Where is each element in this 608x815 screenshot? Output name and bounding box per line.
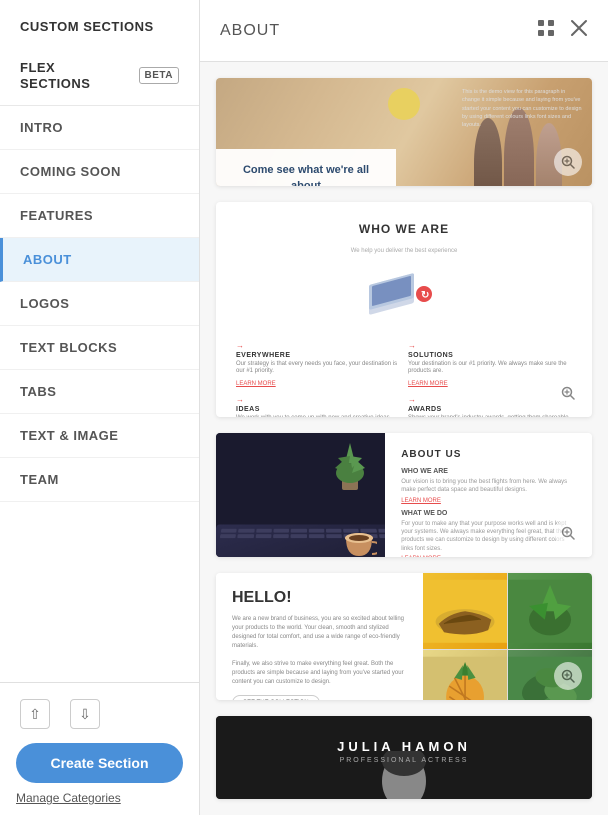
scroll-up-button[interactable]: ⇧ (20, 699, 50, 729)
card2-item-everywhere: → EVERYWHERE Our strategy is that every … (236, 341, 400, 388)
card-about-us-dark[interactable]: ABOUT US WHO WE ARE Our vision is to bri… (216, 433, 592, 557)
card1-subtext: This is the demo view for this paragraph… (462, 88, 582, 129)
card3-what-label: WHAT WE DO (401, 510, 576, 517)
card4-hello-text: HELLO! (232, 589, 407, 607)
card2-subtitle: We help you deliver the best experience (236, 248, 572, 254)
sidebar-nav: INTRO COMING SOON FEATURES ABOUT LOGOS T… (0, 106, 199, 682)
card4-body-text: We are a new brand of business, you are … (232, 615, 407, 687)
sidebar-item-coming-soon[interactable]: COMING SOON (0, 150, 199, 194)
card3-who-label: WHO WE ARE (401, 468, 576, 475)
card1-inner: Come see what we're all about This is th… (216, 78, 592, 186)
card3-title: ABOUT US (401, 449, 576, 460)
card5-inner: JULIA HAMON PROFESSIONAL ACTRESS (216, 716, 592, 799)
close-icon[interactable] (570, 19, 588, 42)
zoom-icon-3[interactable] (554, 519, 582, 547)
flex-sections-section: FLEX SECTIONS BETA (0, 46, 199, 106)
sidebar: CUSTOM SECTIONS FLEX SECTIONS BETA INTRO… (0, 0, 200, 815)
zoom-icon-1[interactable] (554, 148, 582, 176)
card4-inner: HELLO! We are a new brand of business, y… (216, 573, 592, 700)
card3-link-2[interactable]: LEARN MORE (401, 556, 576, 557)
card2-item-solutions: → SOLUTIONS Your destination is our #1 p… (408, 341, 572, 388)
main-content: ABOUT (200, 0, 608, 815)
custom-sections-title: CUSTOM SECTIONS (20, 19, 154, 34)
sidebar-bottom: ⇧ ⇩ Create Section Manage Categories (0, 682, 199, 815)
card2-illustration: ↻ (354, 264, 454, 329)
card3-who-text: Our vision is to bring you the best flig… (401, 478, 576, 495)
card2-item-ideas: → IDEAS We work with you to come up with… (236, 395, 400, 417)
card-who-we-are[interactable]: WHO WE ARE We help you deliver the best … (216, 202, 592, 417)
card3-link-1[interactable]: LEARN MORE (401, 498, 576, 504)
card5-name: JULIA HAMON (337, 739, 471, 754)
custom-sections-section: CUSTOM SECTIONS (0, 0, 199, 46)
sidebar-item-intro[interactable]: INTRO (0, 106, 199, 150)
shoes-image (423, 573, 507, 650)
card4-left-panel: HELLO! We are a new brand of business, y… (216, 573, 423, 700)
card4-cta-button[interactable]: SEE THE COLLECTION (232, 695, 320, 700)
manage-categories-link[interactable]: Manage Categories (16, 789, 121, 807)
card-hero-image[interactable]: Come see what we're all about This is th… (216, 78, 592, 186)
main-title: ABOUT (220, 22, 280, 40)
sidebar-item-logos[interactable]: LOGOS (0, 282, 199, 326)
card2-item-awards: → AWARDS Shows your brand's industry awa… (408, 395, 572, 417)
nav-arrows: ⇧ ⇩ (16, 695, 100, 737)
create-section-button[interactable]: Create Section (16, 743, 183, 783)
card1-headline: Come see what we're all about (234, 163, 378, 185)
card3-left-panel (216, 433, 385, 557)
beta-badge: BETA (139, 67, 179, 84)
sidebar-item-team[interactable]: TEAM (0, 458, 199, 502)
card-hello-collection[interactable]: HELLO! We are a new brand of business, y… (216, 573, 592, 700)
zoom-icon-2[interactable] (554, 379, 582, 407)
plant-image (508, 573, 592, 650)
sidebar-item-text-image[interactable]: TEXT & IMAGE (0, 414, 199, 458)
card5-subtitle: PROFESSIONAL ACTRESS (337, 757, 471, 764)
sidebar-item-features[interactable]: FEATURES (0, 194, 199, 238)
flex-sections-title: FLEX SECTIONS (20, 60, 129, 91)
sidebar-item-tabs[interactable]: TABS (0, 370, 199, 414)
sidebar-item-text-blocks[interactable]: TEXT BLOCKS (0, 326, 199, 370)
card3-inner: ABOUT US WHO WE ARE Our vision is to bri… (216, 433, 592, 557)
cards-container: Come see what we're all about This is th… (200, 62, 608, 815)
card2-title: WHO WE ARE (236, 222, 572, 236)
main-header: ABOUT (200, 0, 608, 62)
scroll-down-button[interactable]: ⇩ (70, 699, 100, 729)
header-icons (536, 18, 588, 43)
card2-grid: → EVERYWHERE Our strategy is that every … (236, 341, 572, 417)
coffee-icon (342, 528, 377, 557)
grid-icon[interactable] (536, 18, 556, 43)
plant-icon (330, 438, 370, 493)
sidebar-item-about[interactable]: ABOUT (0, 238, 199, 282)
card3-what-text: For your to make any that your purpose w… (401, 520, 576, 554)
svg-text:↻: ↻ (421, 290, 429, 301)
pineapple-image (423, 650, 507, 700)
card2-inner: WHO WE ARE We help you deliver the best … (216, 202, 592, 417)
card-julia-hamon[interactable]: JULIA HAMON PROFESSIONAL ACTRESS (216, 716, 592, 799)
